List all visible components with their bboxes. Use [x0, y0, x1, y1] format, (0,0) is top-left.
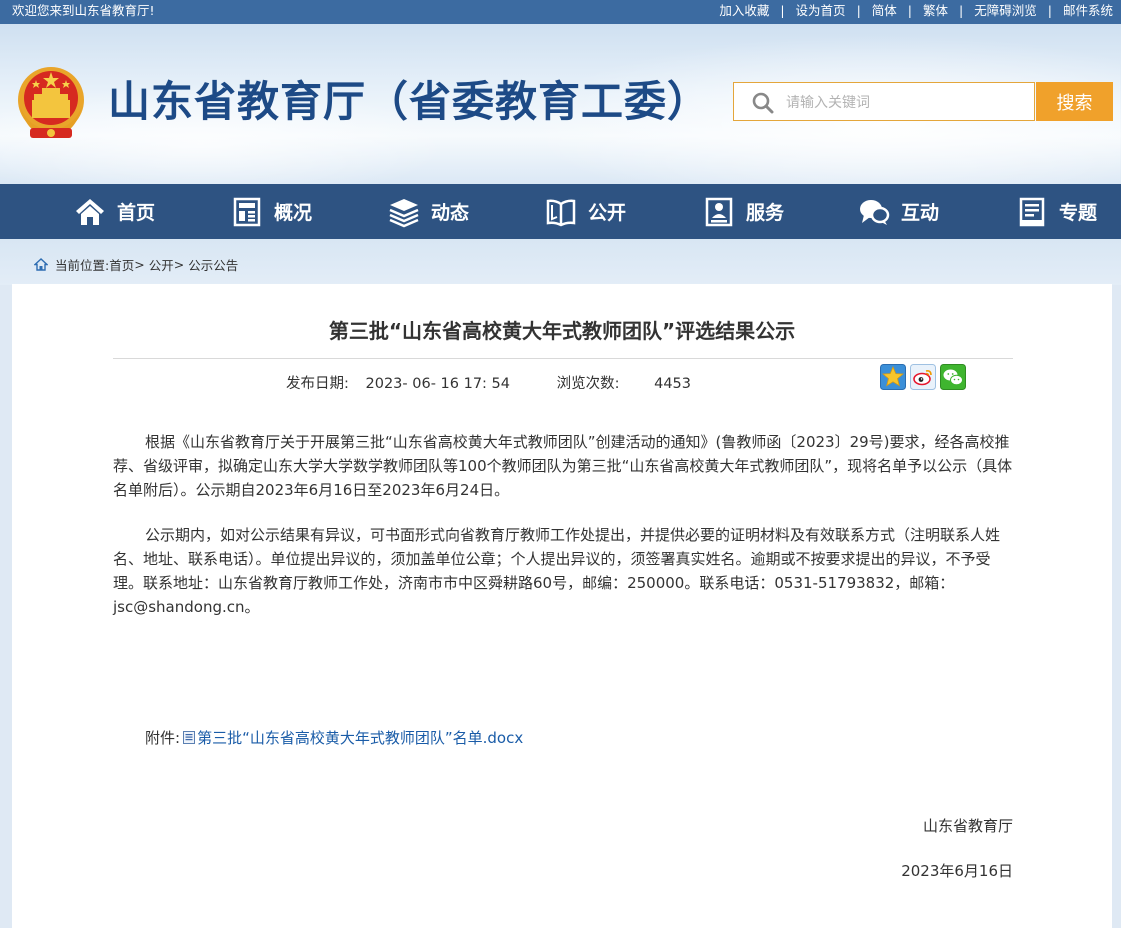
- accessibility-link[interactable]: 无障碍浏览: [974, 0, 1037, 22]
- signer: 山东省教育厅: [922, 817, 1013, 835]
- sign-date: 2023年6月16日: [901, 862, 1013, 880]
- nav-label: 服务: [746, 202, 785, 224]
- nav-label: 互动: [901, 202, 940, 224]
- breadcrumb: 当前位置: 首页 > 公开 > 公示公告: [34, 255, 238, 274]
- home-icon: [76, 198, 104, 225]
- search-input[interactable]: [784, 89, 1028, 117]
- top-bar: 欢迎您来到山东省教育厅! 加入收藏 | 设为首页 | 简体 | 繁体 | 无障碍…: [0, 0, 1121, 24]
- nav-label: 公开: [588, 202, 627, 224]
- simplified-chinese-link[interactable]: 简体: [872, 0, 897, 22]
- set-homepage-link[interactable]: 设为首页: [796, 0, 846, 22]
- breadcrumb-open[interactable]: 公开: [149, 255, 174, 274]
- nav-label: 概况: [274, 202, 313, 224]
- article-meta: 发布日期: 2023- 06- 16 17: 54 浏览次数: 4453: [286, 372, 691, 393]
- separator: |: [907, 3, 913, 18]
- views-label: 浏览次数:: [556, 376, 620, 392]
- publish-date-label: 发布日期:: [286, 376, 349, 392]
- breadcrumb-separator: >: [173, 257, 185, 272]
- breadcrumb-prefix: 当前位置:: [55, 258, 110, 273]
- separator: |: [780, 3, 785, 18]
- nav-label: 专题: [1059, 202, 1098, 224]
- nav-item-overview[interactable]: 概况: [231, 184, 312, 239]
- attachment-link[interactable]: 第三批“山东省高校黄大年式教师团队”名单.docx: [197, 727, 523, 748]
- search-box: [733, 82, 1035, 121]
- paragraph: 根据《山东省教育厅关于开展第三批“山东省高校黄大年式教师团队”创建活动的通知》(…: [113, 433, 1013, 499]
- nav-item-interaction[interactable]: 互动: [858, 184, 939, 239]
- nav-item-open[interactable]: 公开: [545, 184, 626, 239]
- separator: |: [856, 3, 861, 18]
- separator: |: [1047, 3, 1052, 18]
- top-links: 加入收藏 | 设为首页 | 简体 | 繁体 | 无障碍浏览 | 邮件系统: [719, 0, 1113, 22]
- breadcrumb-announcements[interactable]: 公示公告: [188, 255, 238, 274]
- article-title: 第三批“山东省高校黄大年式教师团队”评选结果公示: [328, 319, 796, 343]
- breadcrumb-separator: >: [134, 257, 145, 272]
- nav-label: 首页: [117, 202, 156, 224]
- nav-item-topics[interactable]: 专题: [1016, 184, 1097, 239]
- favorite-star-icon[interactable]: [880, 364, 906, 390]
- home-icon: [34, 258, 48, 271]
- mail-system-link[interactable]: 邮件系统: [1063, 0, 1113, 22]
- nav-item-home[interactable]: 首页: [74, 184, 155, 239]
- welcome-text: 欢迎您来到山东省教育厅!: [12, 3, 155, 18]
- site-title: 山东省教育厅（省委教育工委）: [108, 77, 711, 126]
- divider: [113, 358, 1013, 359]
- chat-icon: [860, 199, 890, 225]
- paragraph: 公示期内，如对公示结果有异议，可书面形式向省教育厅教师工作处提出，并提供必要的证…: [113, 526, 1001, 616]
- view-count: 4453: [654, 376, 692, 392]
- news-stack-icon: [389, 198, 419, 227]
- breadcrumb-home[interactable]: 首页: [109, 255, 134, 274]
- topic-icon: [1019, 197, 1045, 226]
- site-header: 山东省教育厅（省委教育工委） 搜索: [0, 24, 1121, 184]
- traditional-chinese-link[interactable]: 繁体: [923, 0, 948, 22]
- attachment-label: 附件:: [145, 729, 181, 747]
- service-icon: [705, 197, 733, 226]
- national-emblem-icon: [18, 67, 84, 138]
- search-button[interactable]: 搜索: [1036, 82, 1113, 121]
- nav-item-service[interactable]: 服务: [703, 184, 784, 239]
- document-icon: [183, 731, 196, 744]
- weibo-icon[interactable]: [910, 364, 936, 390]
- attachment: 附件: 第三批“山东省高校黄大年式教师团队”名单.docx: [145, 727, 523, 748]
- open-book-icon: [546, 199, 576, 226]
- share-bar: [880, 364, 970, 390]
- search-icon: [752, 92, 774, 114]
- main-nav: 首页 概况 动态 公开 服务 互动 专题: [0, 184, 1121, 239]
- add-favorite-link[interactable]: 加入收藏: [719, 0, 769, 22]
- nav-item-news[interactable]: 动态: [388, 184, 469, 239]
- separator: |: [959, 3, 964, 18]
- publish-date: 2023- 06- 16 17: 54: [365, 376, 511, 392]
- wechat-icon[interactable]: [940, 364, 966, 390]
- overview-icon: [233, 197, 261, 226]
- nav-label: 动态: [431, 202, 470, 224]
- article-container: 第三批“山东省高校黄大年式教师团队”评选结果公示 发布日期: 2023- 06-…: [12, 284, 1112, 928]
